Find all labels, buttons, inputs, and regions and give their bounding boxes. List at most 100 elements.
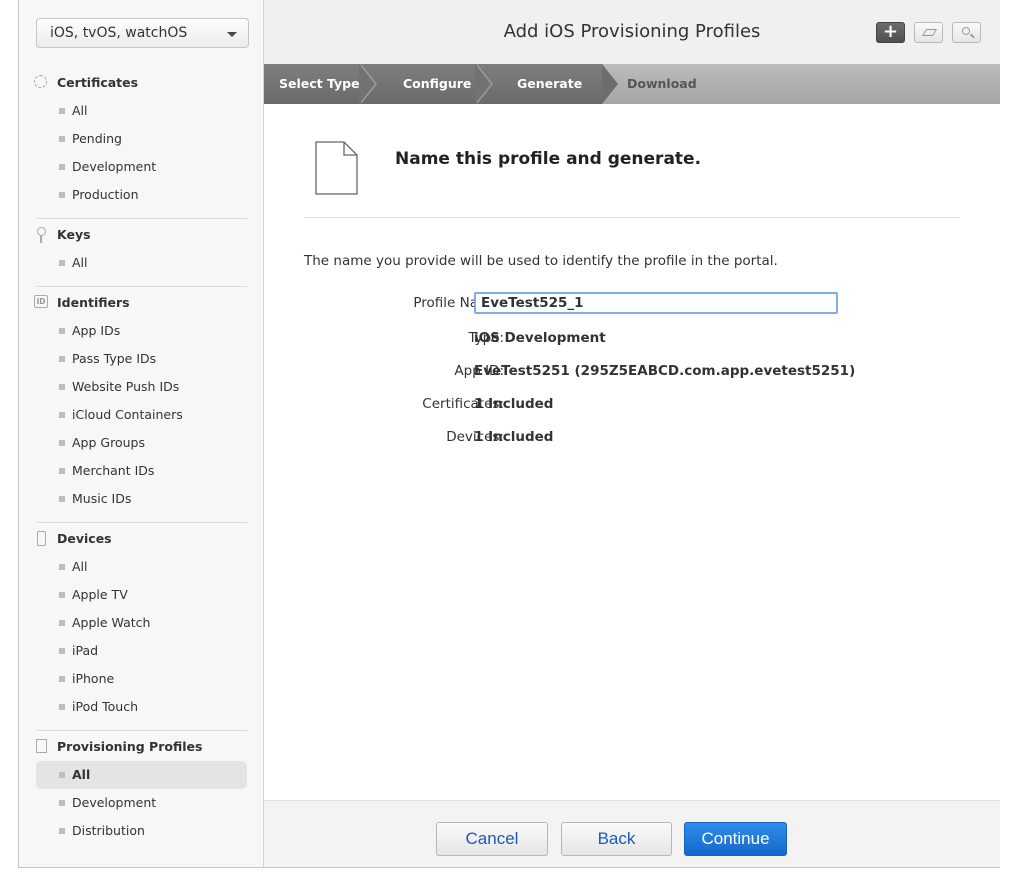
main-panel: Add iOS Provisioning Profiles + Select T… [264,0,1000,867]
sidebar-item-label: Apple TV [72,587,128,602]
keys-heading: Keys [19,221,264,249]
devices-title: Devices [57,531,112,546]
sidebar-item-iphone[interactable]: iPhone [19,665,264,693]
step-progress-bar: Select Type Configure Generate Download [264,64,1000,104]
key-icon [37,227,46,243]
step-select-type[interactable]: Select Type [279,76,360,91]
sidebar-item-ipad[interactable]: iPad [19,637,264,665]
bullet-icon [59,564,65,570]
sidebar-item-label: Merchant IDs [72,463,155,478]
sidebar-item-profiles-all[interactable]: All [36,761,247,789]
sidebar-item-label: Distribution [72,823,145,838]
profile-document-icon [315,141,358,195]
sidebar-item-label: iPod Touch [72,699,138,714]
plus-icon: + [882,21,899,42]
sidebar-item-certificates-pending[interactable]: Pending [19,125,264,153]
bullet-icon [59,468,65,474]
document-icon [36,739,47,753]
back-button[interactable]: Back [561,822,672,856]
bullet-icon [59,136,65,142]
keys-title: Keys [57,227,91,242]
bullet-icon [59,192,65,198]
magnifier-icon [962,27,970,35]
sidebar-divider [36,218,247,219]
sidebar-item-keys-all[interactable]: All [19,249,264,277]
sidebar-item-profiles-development[interactable]: Development [19,789,264,817]
sidebar: iOS, tvOS, watchOS Certificates All Pend… [19,0,264,867]
bullet-icon [59,384,65,390]
bullet-icon [59,440,65,446]
continue-button[interactable]: Continue [684,822,787,856]
sidebar-item-label: iPhone [72,671,115,686]
sidebar-item-certificates-all[interactable]: All [19,97,264,125]
bullet-icon [59,592,65,598]
sidebar-divider [36,286,247,287]
id-badge-icon: ID [34,295,48,308]
pencil-icon [921,29,938,36]
section-heading: Name this profile and generate. [395,149,702,169]
profile-name-input[interactable] [474,292,838,314]
cancel-button[interactable]: Cancel [436,822,548,856]
portal-window: iOS, tvOS, watchOS Certificates All Pend… [18,0,1000,868]
identifiers-section: ID Identifiers App IDs Pass Type IDs Web… [19,289,264,513]
certificates-section: Certificates All Pending Development Pro… [19,69,264,209]
edit-button[interactable] [914,22,943,43]
header-bar: Add iOS Provisioning Profiles + [264,0,1000,64]
sidebar-item-app-ids[interactable]: App IDs [19,317,264,345]
sidebar-divider [36,522,247,523]
sidebar-item-certificates-production[interactable]: Production [19,181,264,209]
bullet-icon [59,108,65,114]
sidebar-item-pass-type-ids[interactable]: Pass Type IDs [19,345,264,373]
sidebar-item-label: Production [72,187,139,202]
sidebar-item-label: All [72,255,88,270]
sidebar-item-profiles-distribution[interactable]: Distribution [19,817,264,845]
description-text: The name you provide will be used to ide… [304,253,778,269]
bullet-icon [59,828,65,834]
sidebar-item-apple-tv[interactable]: Apple TV [19,581,264,609]
bullet-icon [59,328,65,334]
sidebar-item-ipod-touch[interactable]: iPod Touch [19,693,264,721]
bullet-icon [59,412,65,418]
chevron-down-icon [227,32,237,37]
bullet-icon [59,260,65,266]
sidebar-item-certificates-development[interactable]: Development [19,153,264,181]
bullet-icon [59,676,65,682]
bullet-icon [59,356,65,362]
sidebar-item-label: Music IDs [72,491,132,506]
sidebar-item-label: Website Push IDs [72,379,180,394]
step-configure[interactable]: Configure [403,76,471,91]
bullet-icon [59,704,65,710]
sidebar-item-merchant-ids[interactable]: Merchant IDs [19,457,264,485]
sidebar-item-label: All [72,559,88,574]
sidebar-item-icloud-containers[interactable]: iCloud Containers [19,401,264,429]
add-button[interactable]: + [876,22,905,43]
platform-dropdown[interactable]: iOS, tvOS, watchOS [36,18,249,48]
bullet-icon [59,164,65,170]
certificates-title: Certificates [57,75,139,90]
bullet-icon [59,496,65,502]
bullet-icon [59,620,65,626]
device-icon [37,531,46,546]
sidebar-item-label: App IDs [72,323,121,338]
identifiers-heading: ID Identifiers [19,289,264,317]
devices-row: Devices: 1 Included [304,426,960,448]
bullet-icon [59,800,65,806]
sidebar-item-apple-watch[interactable]: Apple Watch [19,609,264,637]
sidebar-item-app-groups[interactable]: App Groups [19,429,264,457]
devices-section: Devices All Apple TV Apple Watch iPad iP… [19,525,264,721]
sidebar-item-website-push-ids[interactable]: Website Push IDs [19,373,264,401]
sidebar-item-label: Development [72,795,157,810]
sidebar-item-devices-all[interactable]: All [19,553,264,581]
bullet-icon [59,772,65,778]
certificate-icon [34,75,47,88]
keys-section: Keys All [19,221,264,277]
step-separator [475,64,491,104]
provisioning-profiles-section: Provisioning Profiles All Development Di… [19,733,264,845]
provisioning-profiles-heading: Provisioning Profiles [19,733,264,761]
sidebar-divider [36,730,247,731]
type-row: Type: iOS Development [304,327,960,349]
sidebar-item-label: Pending [72,131,122,146]
search-button[interactable] [952,22,981,43]
sidebar-item-music-ids[interactable]: Music IDs [19,485,264,513]
app-id-row: App ID: EveTest5251 (295Z5EABCD.com.app.… [304,360,960,382]
